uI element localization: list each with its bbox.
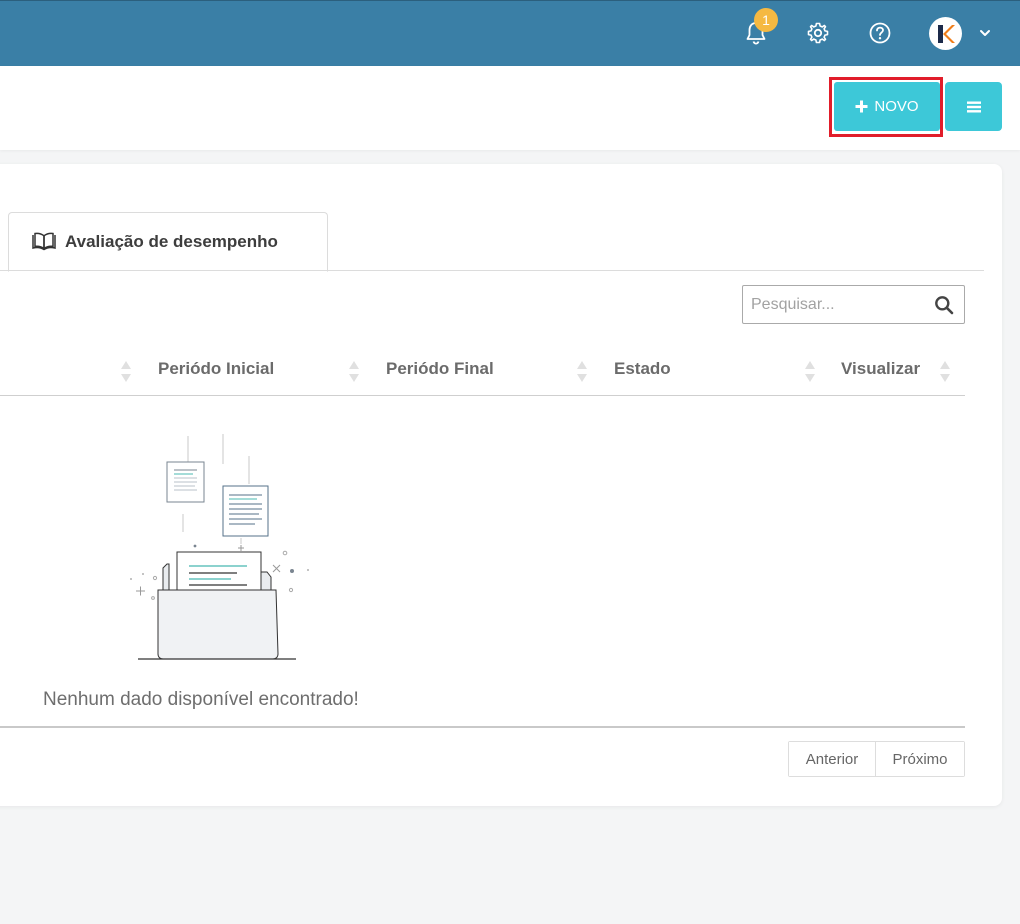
search-icon[interactable] [934,295,954,320]
previous-page-button[interactable]: Anterior [789,742,876,776]
empty-folder-illustration [130,434,309,660]
notification-badge: 1 [754,8,778,32]
sort-icon[interactable] [805,361,815,383]
plus-icon [855,100,868,113]
column-header[interactable]: Periódo Inicial [158,359,274,383]
sort-icon[interactable] [349,361,359,383]
help-icon[interactable] [864,17,896,49]
tab-label: Avaliação de desempenho [65,232,278,251]
tab-divider [0,270,984,271]
empty-state-message: Nenhum dado disponível encontrado! [43,689,359,710]
hamburger-icon [966,101,981,112]
chevron-down-icon[interactable] [973,17,997,49]
sort-icon[interactable] [577,361,587,383]
next-page-button[interactable]: Próximo [876,742,964,776]
sort-icon[interactable] [940,361,950,383]
new-button-label: NOVO [874,98,919,115]
sort-icon[interactable] [121,361,131,383]
avatar[interactable] [929,17,962,50]
pagination: Anterior Próximo [788,741,965,777]
menu-button[interactable] [945,82,1002,131]
column-header[interactable]: Periódo Final [386,359,494,383]
new-button[interactable]: NOVO [834,82,940,131]
search-input[interactable] [743,286,928,323]
search-box [742,285,965,324]
table-header-divider [0,395,965,396]
open-book-icon [32,232,56,251]
brand-logo-icon [937,24,955,43]
top-navbar: 1 [0,0,1020,66]
gear-icon[interactable] [802,17,834,49]
tab-performance-evaluation[interactable]: Avaliação de desempenho [8,212,328,272]
table-footer-divider [0,726,965,728]
column-header[interactable]: Visualizar [841,359,920,383]
column-header[interactable]: Estado [614,359,671,383]
